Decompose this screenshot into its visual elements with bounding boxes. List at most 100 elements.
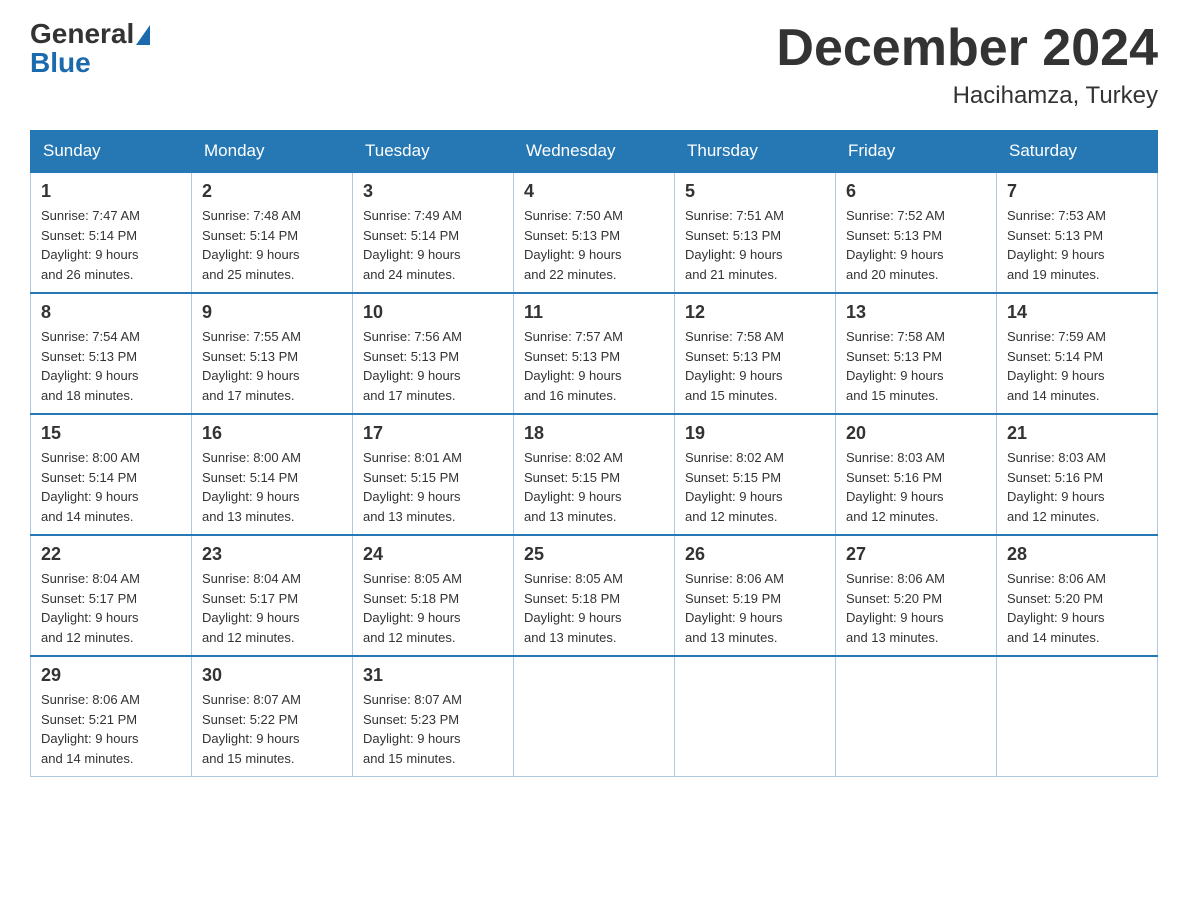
logo: General Blue bbox=[30, 20, 150, 77]
table-row: 3 Sunrise: 7:49 AM Sunset: 5:14 PM Dayli… bbox=[353, 172, 514, 293]
day-info: Sunrise: 7:47 AM Sunset: 5:14 PM Dayligh… bbox=[41, 206, 181, 284]
day-number: 6 bbox=[846, 181, 986, 202]
table-row: 7 Sunrise: 7:53 AM Sunset: 5:13 PM Dayli… bbox=[997, 172, 1158, 293]
day-number: 5 bbox=[685, 181, 825, 202]
day-number: 13 bbox=[846, 302, 986, 323]
logo-general-text: General bbox=[30, 18, 134, 49]
table-row: 29 Sunrise: 8:06 AM Sunset: 5:21 PM Dayl… bbox=[31, 656, 192, 777]
day-info: Sunrise: 7:55 AM Sunset: 5:13 PM Dayligh… bbox=[202, 327, 342, 405]
day-info: Sunrise: 8:07 AM Sunset: 5:22 PM Dayligh… bbox=[202, 690, 342, 768]
table-row bbox=[675, 656, 836, 777]
day-info: Sunrise: 8:04 AM Sunset: 5:17 PM Dayligh… bbox=[41, 569, 181, 647]
table-row: 20 Sunrise: 8:03 AM Sunset: 5:16 PM Dayl… bbox=[836, 414, 997, 535]
day-info: Sunrise: 8:07 AM Sunset: 5:23 PM Dayligh… bbox=[363, 690, 503, 768]
day-info: Sunrise: 8:01 AM Sunset: 5:15 PM Dayligh… bbox=[363, 448, 503, 526]
day-number: 11 bbox=[524, 302, 664, 323]
calendar-week-row: 15 Sunrise: 8:00 AM Sunset: 5:14 PM Dayl… bbox=[31, 414, 1158, 535]
day-info: Sunrise: 8:06 AM Sunset: 5:20 PM Dayligh… bbox=[846, 569, 986, 647]
table-row: 27 Sunrise: 8:06 AM Sunset: 5:20 PM Dayl… bbox=[836, 535, 997, 656]
day-info: Sunrise: 8:02 AM Sunset: 5:15 PM Dayligh… bbox=[685, 448, 825, 526]
day-info: Sunrise: 8:06 AM Sunset: 5:21 PM Dayligh… bbox=[41, 690, 181, 768]
day-info: Sunrise: 8:03 AM Sunset: 5:16 PM Dayligh… bbox=[1007, 448, 1147, 526]
day-number: 21 bbox=[1007, 423, 1147, 444]
day-number: 3 bbox=[363, 181, 503, 202]
day-number: 7 bbox=[1007, 181, 1147, 202]
day-info: Sunrise: 7:54 AM Sunset: 5:13 PM Dayligh… bbox=[41, 327, 181, 405]
day-info: Sunrise: 7:59 AM Sunset: 5:14 PM Dayligh… bbox=[1007, 327, 1147, 405]
col-saturday: Saturday bbox=[997, 131, 1158, 173]
calendar-table: Sunday Monday Tuesday Wednesday Thursday… bbox=[30, 130, 1158, 777]
table-row: 25 Sunrise: 8:05 AM Sunset: 5:18 PM Dayl… bbox=[514, 535, 675, 656]
logo-blue-text: Blue bbox=[30, 47, 91, 78]
day-number: 15 bbox=[41, 423, 181, 444]
day-number: 29 bbox=[41, 665, 181, 686]
table-row: 23 Sunrise: 8:04 AM Sunset: 5:17 PM Dayl… bbox=[192, 535, 353, 656]
col-wednesday: Wednesday bbox=[514, 131, 675, 173]
table-row: 9 Sunrise: 7:55 AM Sunset: 5:13 PM Dayli… bbox=[192, 293, 353, 414]
day-info: Sunrise: 7:57 AM Sunset: 5:13 PM Dayligh… bbox=[524, 327, 664, 405]
table-row: 17 Sunrise: 8:01 AM Sunset: 5:15 PM Dayl… bbox=[353, 414, 514, 535]
table-row: 11 Sunrise: 7:57 AM Sunset: 5:13 PM Dayl… bbox=[514, 293, 675, 414]
day-info: Sunrise: 8:06 AM Sunset: 5:19 PM Dayligh… bbox=[685, 569, 825, 647]
table-row: 15 Sunrise: 8:00 AM Sunset: 5:14 PM Dayl… bbox=[31, 414, 192, 535]
title-block: December 2024 Hacihamza, Turkey bbox=[776, 20, 1158, 110]
day-number: 28 bbox=[1007, 544, 1147, 565]
day-info: Sunrise: 8:06 AM Sunset: 5:20 PM Dayligh… bbox=[1007, 569, 1147, 647]
table-row: 24 Sunrise: 8:05 AM Sunset: 5:18 PM Dayl… bbox=[353, 535, 514, 656]
day-info: Sunrise: 8:00 AM Sunset: 5:14 PM Dayligh… bbox=[202, 448, 342, 526]
col-thursday: Thursday bbox=[675, 131, 836, 173]
calendar-week-row: 22 Sunrise: 8:04 AM Sunset: 5:17 PM Dayl… bbox=[31, 535, 1158, 656]
table-row: 2 Sunrise: 7:48 AM Sunset: 5:14 PM Dayli… bbox=[192, 172, 353, 293]
day-info: Sunrise: 8:03 AM Sunset: 5:16 PM Dayligh… bbox=[846, 448, 986, 526]
calendar-week-row: 8 Sunrise: 7:54 AM Sunset: 5:13 PM Dayli… bbox=[31, 293, 1158, 414]
calendar-header-row: Sunday Monday Tuesday Wednesday Thursday… bbox=[31, 131, 1158, 173]
day-number: 18 bbox=[524, 423, 664, 444]
day-info: Sunrise: 7:51 AM Sunset: 5:13 PM Dayligh… bbox=[685, 206, 825, 284]
day-number: 26 bbox=[685, 544, 825, 565]
day-number: 12 bbox=[685, 302, 825, 323]
table-row: 16 Sunrise: 8:00 AM Sunset: 5:14 PM Dayl… bbox=[192, 414, 353, 535]
day-number: 27 bbox=[846, 544, 986, 565]
table-row: 22 Sunrise: 8:04 AM Sunset: 5:17 PM Dayl… bbox=[31, 535, 192, 656]
table-row: 26 Sunrise: 8:06 AM Sunset: 5:19 PM Dayl… bbox=[675, 535, 836, 656]
day-number: 1 bbox=[41, 181, 181, 202]
table-row bbox=[836, 656, 997, 777]
col-monday: Monday bbox=[192, 131, 353, 173]
day-info: Sunrise: 7:58 AM Sunset: 5:13 PM Dayligh… bbox=[685, 327, 825, 405]
day-number: 16 bbox=[202, 423, 342, 444]
day-number: 9 bbox=[202, 302, 342, 323]
col-tuesday: Tuesday bbox=[353, 131, 514, 173]
table-row bbox=[997, 656, 1158, 777]
day-info: Sunrise: 8:05 AM Sunset: 5:18 PM Dayligh… bbox=[363, 569, 503, 647]
day-number: 17 bbox=[363, 423, 503, 444]
day-number: 2 bbox=[202, 181, 342, 202]
page-header: General Blue December 2024 Hacihamza, Tu… bbox=[30, 20, 1158, 110]
day-info: Sunrise: 7:48 AM Sunset: 5:14 PM Dayligh… bbox=[202, 206, 342, 284]
calendar-week-row: 29 Sunrise: 8:06 AM Sunset: 5:21 PM Dayl… bbox=[31, 656, 1158, 777]
table-row: 1 Sunrise: 7:47 AM Sunset: 5:14 PM Dayli… bbox=[31, 172, 192, 293]
table-row: 31 Sunrise: 8:07 AM Sunset: 5:23 PM Dayl… bbox=[353, 656, 514, 777]
day-number: 23 bbox=[202, 544, 342, 565]
day-info: Sunrise: 7:50 AM Sunset: 5:13 PM Dayligh… bbox=[524, 206, 664, 284]
day-number: 25 bbox=[524, 544, 664, 565]
day-info: Sunrise: 7:52 AM Sunset: 5:13 PM Dayligh… bbox=[846, 206, 986, 284]
day-info: Sunrise: 7:56 AM Sunset: 5:13 PM Dayligh… bbox=[363, 327, 503, 405]
table-row: 10 Sunrise: 7:56 AM Sunset: 5:13 PM Dayl… bbox=[353, 293, 514, 414]
day-number: 10 bbox=[363, 302, 503, 323]
table-row: 14 Sunrise: 7:59 AM Sunset: 5:14 PM Dayl… bbox=[997, 293, 1158, 414]
day-info: Sunrise: 7:49 AM Sunset: 5:14 PM Dayligh… bbox=[363, 206, 503, 284]
table-row: 8 Sunrise: 7:54 AM Sunset: 5:13 PM Dayli… bbox=[31, 293, 192, 414]
day-info: Sunrise: 8:04 AM Sunset: 5:17 PM Dayligh… bbox=[202, 569, 342, 647]
day-info: Sunrise: 8:02 AM Sunset: 5:15 PM Dayligh… bbox=[524, 448, 664, 526]
table-row: 13 Sunrise: 7:58 AM Sunset: 5:13 PM Dayl… bbox=[836, 293, 997, 414]
table-row: 28 Sunrise: 8:06 AM Sunset: 5:20 PM Dayl… bbox=[997, 535, 1158, 656]
day-number: 4 bbox=[524, 181, 664, 202]
day-number: 20 bbox=[846, 423, 986, 444]
col-friday: Friday bbox=[836, 131, 997, 173]
table-row: 30 Sunrise: 8:07 AM Sunset: 5:22 PM Dayl… bbox=[192, 656, 353, 777]
col-sunday: Sunday bbox=[31, 131, 192, 173]
logo-general-line: General bbox=[30, 20, 150, 49]
table-row: 6 Sunrise: 7:52 AM Sunset: 5:13 PM Dayli… bbox=[836, 172, 997, 293]
table-row: 5 Sunrise: 7:51 AM Sunset: 5:13 PM Dayli… bbox=[675, 172, 836, 293]
table-row: 19 Sunrise: 8:02 AM Sunset: 5:15 PM Dayl… bbox=[675, 414, 836, 535]
